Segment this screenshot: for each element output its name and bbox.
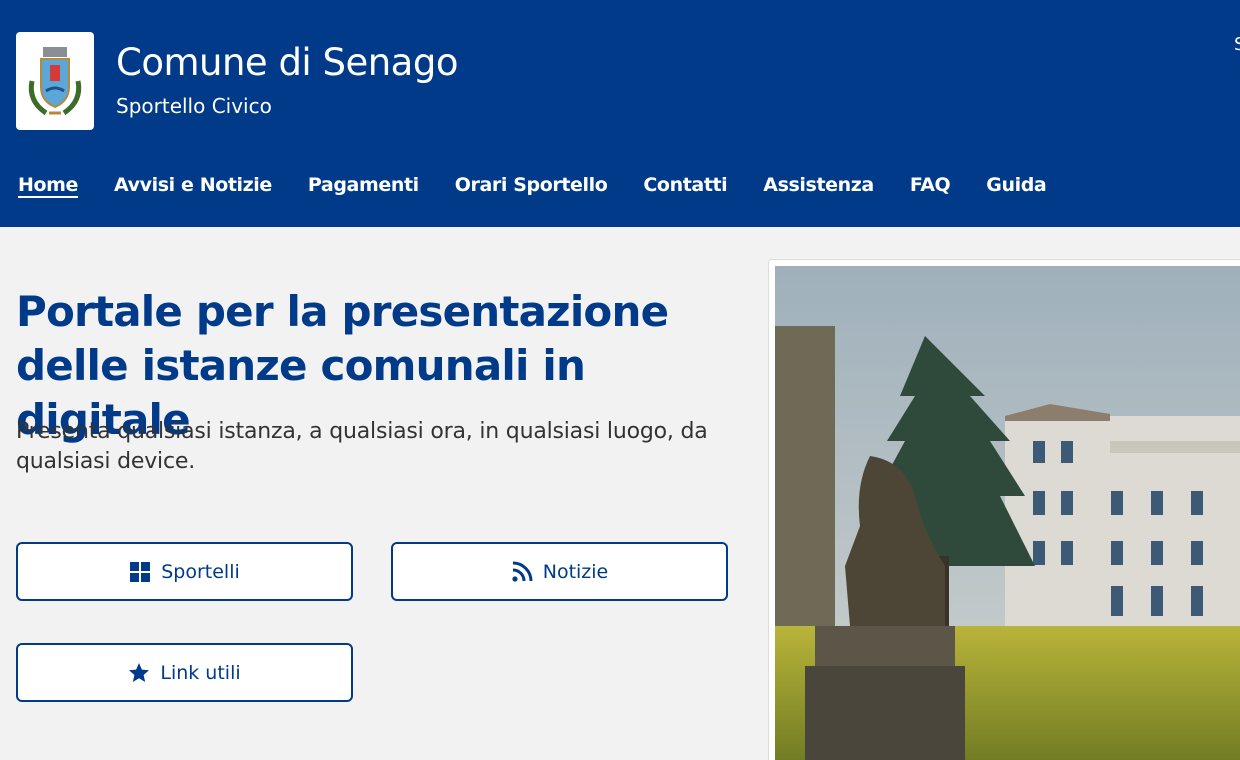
nav-item-home[interactable]: Home	[18, 174, 78, 199]
site-header: Comune di Senago Sportello Civico S Home…	[0, 0, 1240, 227]
star-icon	[129, 662, 150, 682]
hero-image-card	[768, 259, 1240, 760]
coat-of-arms-icon	[28, 47, 82, 116]
nav-item-assistenza[interactable]: Assistenza	[763, 174, 874, 199]
coat-of-arms-logo[interactable]	[16, 32, 94, 130]
nav-item-avvisi-e-notizie[interactable]: Avvisi e Notizie	[114, 174, 272, 199]
site-title[interactable]: Comune di Senago	[116, 44, 458, 81]
notizie-button[interactable]: Notizie	[391, 542, 728, 601]
main-nav: Home Avvisi e Notizie Pagamenti Orari Sp…	[18, 174, 1047, 199]
notizie-button-label: Notizie	[542, 560, 609, 583]
nav-item-contatti[interactable]: Contatti	[643, 174, 727, 199]
sportelli-button-label: Sportelli	[161, 560, 240, 583]
nav-item-guida[interactable]: Guida	[986, 174, 1046, 199]
nav-item-faq[interactable]: FAQ	[910, 174, 951, 199]
sportelli-button[interactable]: Sportelli	[16, 542, 353, 601]
villa-park-photo	[775, 266, 1240, 760]
link-utili-button-label: Link utili	[160, 661, 241, 684]
nav-item-orari-sportello[interactable]: Orari Sportello	[455, 174, 608, 199]
link-utili-button[interactable]: Link utili	[16, 643, 353, 702]
hero-lead: Presenta qualsiasi istanza, a qualsiasi …	[16, 419, 708, 474]
header-truncated-text[interactable]: S	[1234, 34, 1240, 55]
grid-icon	[130, 561, 151, 582]
site-subtitle: Sportello Civico	[116, 94, 272, 118]
nav-item-pagamenti[interactable]: Pagamenti	[308, 174, 419, 199]
rss-icon	[512, 561, 533, 582]
